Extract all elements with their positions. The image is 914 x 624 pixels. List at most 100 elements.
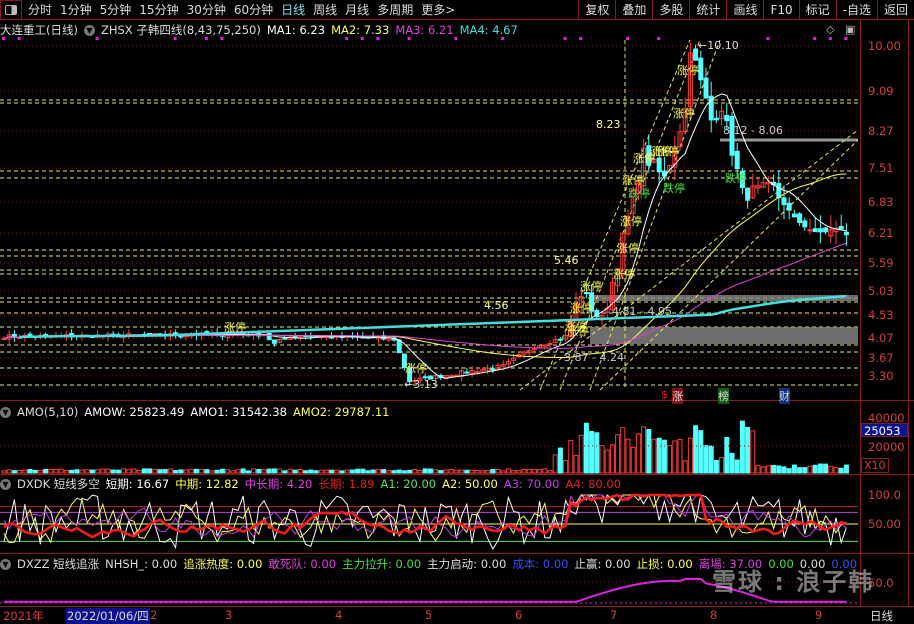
amo-current-value: 25053: [861, 423, 908, 438]
chevron-down-icon[interactable]: ▼: [0, 558, 11, 570]
candle-down: [781, 197, 787, 206]
volume-bar: [235, 469, 241, 474]
volume-bar: [53, 468, 59, 474]
dxzz-lift: 主力拉升: 0.00: [342, 557, 422, 571]
volume-bar: [32, 469, 38, 474]
volume-bar: [448, 468, 454, 474]
sidebar-toggle-button[interactable]: [0, 0, 22, 20]
candle-down: [812, 228, 818, 233]
volume-bar: [162, 469, 168, 474]
volume-bar: [495, 469, 501, 474]
volume-bar: [74, 469, 80, 474]
dxdk-header: ▼ DXDK 短线多空 短期: 16.67 中期: 12.82 中长期: 4.2…: [0, 476, 621, 492]
indicator-name[interactable]: ZHSX 子韩四线(8,43,75,250): [101, 22, 261, 38]
volume-bar: [838, 467, 844, 474]
panel-divider: [0, 553, 914, 554]
volume-bar: [339, 470, 345, 474]
volume-bar: [48, 468, 54, 474]
volume-bar: [391, 470, 397, 474]
diamond-icon[interactable]: ◇: [826, 23, 834, 36]
volume-bar: [781, 466, 787, 474]
volume-bar: [469, 469, 475, 474]
toolbar-button[interactable]: F10: [763, 0, 798, 20]
chevron-down-icon[interactable]: ▼: [83, 24, 95, 36]
chart-canvas[interactable]: [0, 0, 914, 624]
volume-bar: [765, 465, 771, 474]
period-tab[interactable]: 更多>: [417, 1, 459, 18]
volume-bar: [677, 439, 683, 474]
volume-bar: [360, 468, 366, 474]
volume-bar: [63, 470, 69, 474]
price-tick: 5.59: [868, 256, 894, 270]
panel-icon[interactable]: ▣: [845, 23, 855, 36]
amo-tick: 20000: [868, 440, 905, 454]
volume-bar: [505, 468, 511, 474]
volume-bar: [230, 470, 236, 474]
toolbar-button[interactable]: 复权: [578, 0, 615, 20]
volume-bar: [563, 459, 569, 474]
price-tick: 9.09: [868, 84, 894, 98]
zone-label: 3.87 - 4.24: [564, 351, 624, 364]
period-tab[interactable]: 1分钟: [56, 1, 96, 18]
volume-bar: [724, 437, 730, 474]
chevron-down-icon[interactable]: ▼: [0, 406, 11, 418]
marker-zhang: 涨: [672, 388, 683, 404]
candle-down: [823, 227, 829, 233]
volume-bar: [760, 466, 766, 474]
candle-down: [703, 77, 709, 99]
chevron-down-icon[interactable]: ▼: [0, 478, 11, 490]
toolbar-button[interactable]: 叠加: [615, 0, 652, 20]
amo1-value: AMO1: 31542.38: [190, 405, 287, 419]
toolbar-button[interactable]: 标记: [798, 0, 836, 20]
volume-bar: [485, 469, 491, 474]
volume-bar: [131, 468, 137, 474]
period-tab[interactable]: 日线: [277, 1, 309, 18]
volume-bar: [292, 469, 298, 474]
volume-bar: [355, 468, 361, 474]
period-tab[interactable]: 分时: [24, 1, 56, 18]
period-label[interactable]: 日线: [870, 608, 893, 624]
limit-up-label: 涨停: [570, 302, 592, 315]
amo-title[interactable]: AMO(5,10): [17, 404, 78, 420]
period-tab[interactable]: 5分钟: [96, 1, 136, 18]
dxdk-tick: 100.0: [868, 488, 901, 502]
period-tab[interactable]: 周线: [309, 1, 341, 18]
period-tab[interactable]: 月线: [341, 1, 373, 18]
volume-bar: [500, 470, 506, 474]
volume-bar: [318, 469, 324, 474]
toolbar-button[interactable]: 统计: [689, 0, 726, 20]
volume-bar: [412, 469, 418, 474]
volume-bar: [537, 469, 543, 474]
toolbar-button[interactable]: 多股: [652, 0, 689, 20]
candle-down: [271, 339, 277, 344]
period-tab[interactable]: 30分钟: [183, 1, 230, 18]
volume-bar: [323, 469, 329, 474]
candle-down: [838, 225, 844, 230]
volume-bar: [136, 469, 142, 474]
dxdk-title[interactable]: DXDK 短线多空: [17, 476, 100, 492]
toolbar-button[interactable]: -自选: [835, 0, 877, 20]
limit-up-label: 涨停: [673, 107, 695, 120]
volume-bar: [287, 468, 293, 474]
toolbar-button[interactable]: 返回: [876, 0, 914, 20]
volume-bar: [1, 470, 7, 474]
dxzz-title[interactable]: DXZZ 短线追涨: [17, 556, 99, 572]
volume-bar: [578, 434, 584, 474]
toolbar-button[interactable]: 画线: [726, 0, 763, 20]
dxzz-gansidui: 敢死队: 0.00: [268, 557, 337, 571]
level-label: 5.46: [554, 254, 579, 267]
volume-bar: [771, 464, 777, 474]
volume-bar: [115, 469, 121, 474]
volume-bar: [620, 427, 626, 474]
volume-bar: [599, 445, 605, 474]
high-label: ←10.10: [698, 39, 739, 52]
volume-bar: [646, 429, 652, 474]
volume-bar: [401, 470, 407, 474]
volume-bar: [817, 463, 823, 474]
candle-down: [724, 114, 730, 122]
axis-divider: [908, 20, 909, 606]
period-tab[interactable]: 多周期: [373, 1, 417, 18]
candle-down: [713, 117, 719, 121]
period-tab[interactable]: 60分钟: [230, 1, 277, 18]
period-tab[interactable]: 15分钟: [135, 1, 182, 18]
